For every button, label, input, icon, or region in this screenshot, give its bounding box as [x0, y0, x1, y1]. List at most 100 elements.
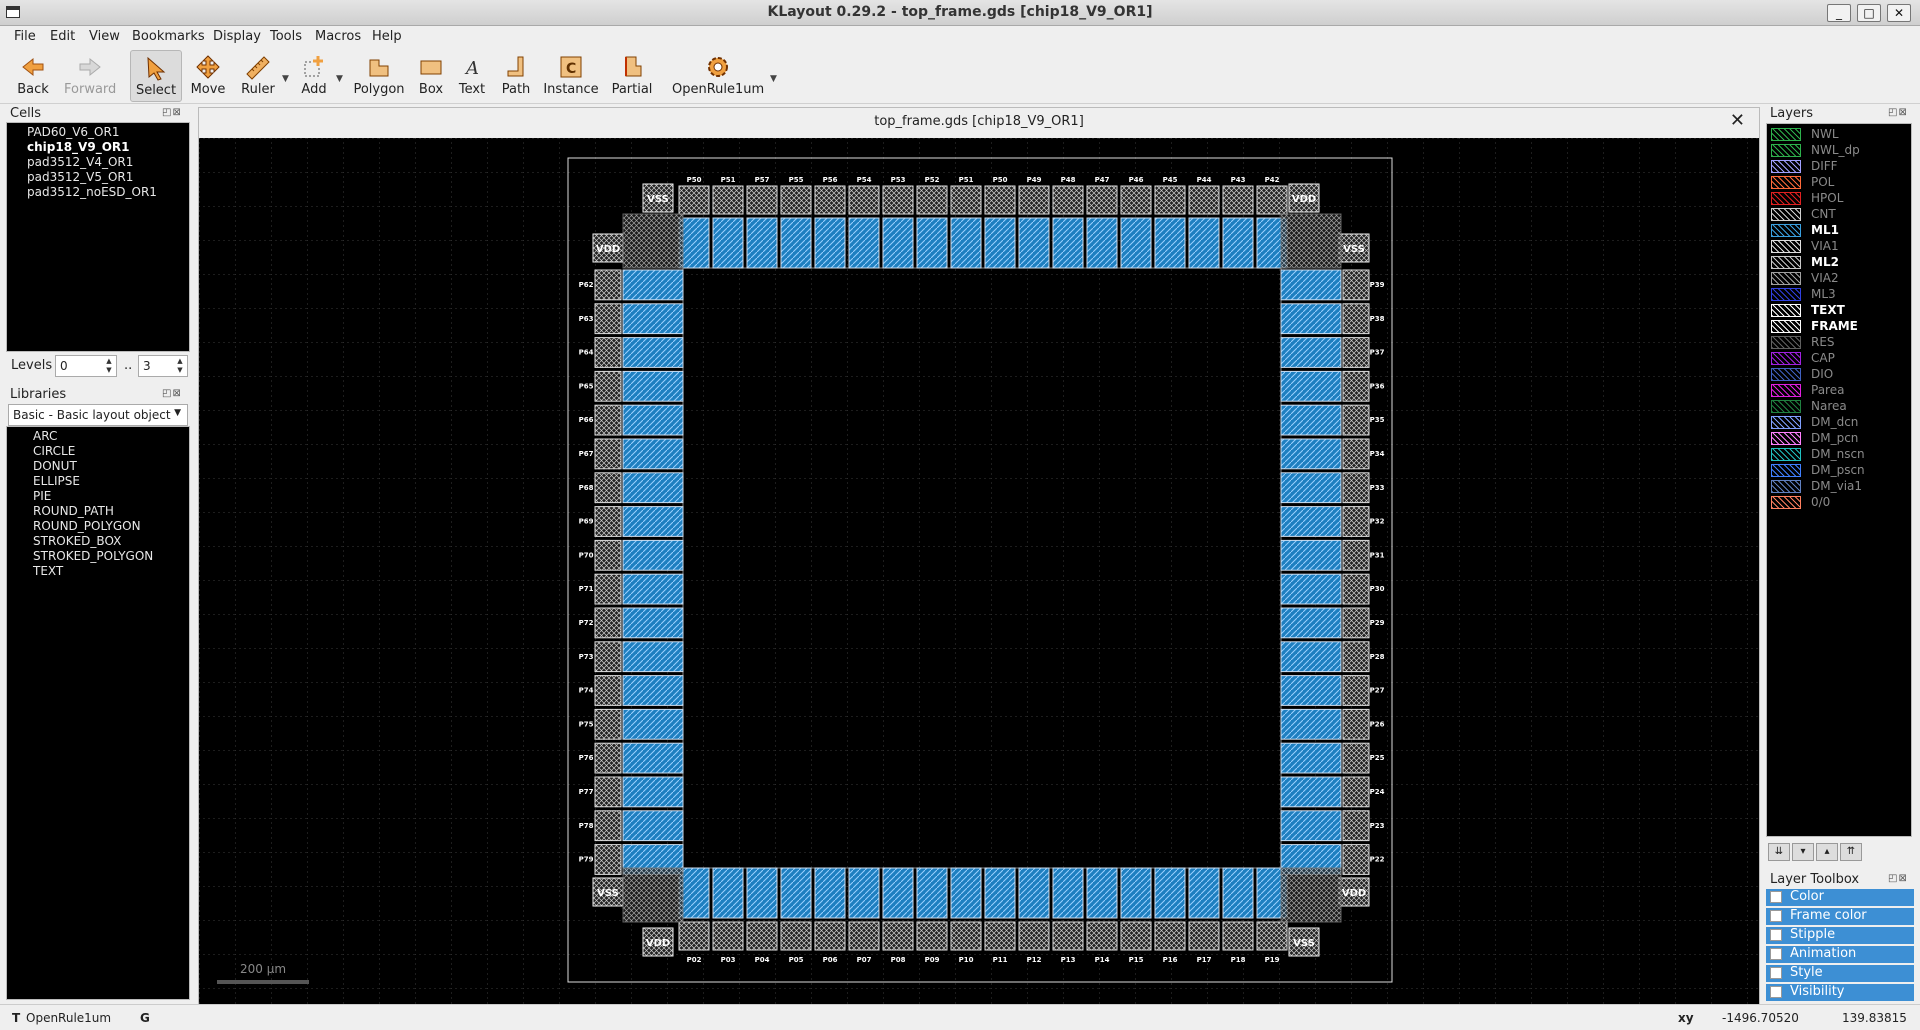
layout-canvas[interactable]: P50 P51 P57 P55 P56 P54 P53 P52 P51 P50 P49 P48 P47 P…	[199, 138, 1759, 1004]
layer-row[interactable]: TEXT	[1769, 303, 1909, 318]
instance-tool-button[interactable]: C Instance	[542, 50, 600, 102]
move-tool-button[interactable]: Move	[188, 50, 228, 102]
layer-row[interactable]: HPOL	[1769, 191, 1909, 206]
layer-row[interactable]: NWL	[1769, 127, 1909, 142]
toolbox-color[interactable]: Color	[1766, 889, 1914, 906]
minimize-button[interactable]: _	[1827, 4, 1851, 22]
menu-help[interactable]: Help	[372, 29, 402, 44]
back-arrow-icon	[22, 57, 44, 77]
library-select[interactable]: Basic - Basic layout object ▼	[8, 404, 188, 426]
layer-name: DIO	[1811, 367, 1834, 381]
path-tool-button[interactable]: Path	[496, 50, 536, 102]
layer-row[interactable]: DM_dcn	[1769, 415, 1909, 430]
layer-list[interactable]: NWL NWL_dp DIFF POL HPOL CNT ML1 VIA1 ML2 VIA2 ML3…	[1766, 123, 1912, 837]
move-layer-up-button[interactable]: ▴	[1816, 843, 1838, 861]
library-item[interactable]: STROKED_POLYGON	[33, 549, 153, 563]
toolbox-stipple[interactable]: Stipple	[1766, 927, 1914, 944]
level-to-spinbox[interactable]: 3 ▲ ▼	[138, 355, 188, 377]
layer-row[interactable]: 0/0	[1769, 495, 1909, 510]
layer-row[interactable]: FRAME	[1769, 319, 1909, 334]
toolbox-animation[interactable]: Animation	[1766, 946, 1914, 963]
polygon-tool-button[interactable]: Polygon	[352, 50, 406, 102]
layer-row[interactable]: ML1	[1769, 223, 1909, 238]
cell-item-selected[interactable]: chip18_V9_OR1	[27, 140, 130, 154]
library-item[interactable]: ELLIPSE	[33, 474, 80, 488]
library-item[interactable]: STROKED_BOX	[33, 534, 121, 548]
checkbox[interactable]	[1770, 986, 1782, 998]
library-item[interactable]: ARC	[33, 429, 57, 443]
layer-row[interactable]: ML2	[1769, 255, 1909, 270]
ruler-dropdown-icon[interactable]: ▼	[282, 74, 289, 84]
menu-tools[interactable]: Tools	[270, 29, 302, 44]
menu-view[interactable]: View	[89, 29, 120, 44]
forward-button[interactable]: Forward	[64, 50, 116, 102]
checkbox[interactable]	[1770, 910, 1782, 922]
checkbox[interactable]	[1770, 891, 1782, 903]
cell-item[interactable]: pad3512_V4_OR1	[27, 155, 133, 169]
path-icon	[507, 56, 524, 77]
libraries-dock-buttons[interactable]: ◰⊠	[162, 388, 182, 399]
tech-button[interactable]: OpenRule1um	[672, 50, 764, 102]
spin-arrows-icon[interactable]: ▲ ▼	[174, 357, 186, 375]
library-cells-list[interactable]: ARC CIRCLE DONUT ELLIPSE PIE ROUND_PATH …	[6, 426, 190, 1000]
layer-row[interactable]: ML3	[1769, 287, 1909, 302]
svg-text:A: A	[464, 58, 479, 79]
layer-row[interactable]: DM_pscn	[1769, 463, 1909, 478]
add-tool-button[interactable]: Add	[294, 50, 334, 102]
library-item[interactable]: ROUND_PATH	[33, 504, 114, 518]
layer-row[interactable]: Narea	[1769, 399, 1909, 414]
tech-dropdown-icon[interactable]: ▼	[770, 74, 777, 84]
menu-macros[interactable]: Macros	[315, 29, 361, 44]
layer-row[interactable]: CAP	[1769, 351, 1909, 366]
library-item[interactable]: TEXT	[33, 564, 63, 578]
cell-item[interactable]: PAD60_V6_OR1	[27, 125, 119, 139]
layer-row[interactable]: DM_via1	[1769, 479, 1909, 494]
box-tool-button[interactable]: Box	[414, 50, 448, 102]
layer-row[interactable]: DM_pcn	[1769, 431, 1909, 446]
layer-row[interactable]: DIFF	[1769, 159, 1909, 174]
library-item[interactable]: DONUT	[33, 459, 77, 473]
menu-display[interactable]: Display	[213, 29, 261, 44]
library-item[interactable]: ROUND_POLYGON	[33, 519, 141, 533]
cells-tree[interactable]: PAD60_V6_OR1 chip18_V9_OR1 pad3512_V4_OR…	[6, 122, 190, 352]
checkbox[interactable]	[1770, 929, 1782, 941]
add-dropdown-icon[interactable]: ▼	[336, 74, 343, 84]
library-item[interactable]: CIRCLE	[33, 444, 75, 458]
maximize-button[interactable]: □	[1857, 4, 1881, 22]
select-tool-button[interactable]: Select	[130, 50, 182, 102]
toolbox-visibility[interactable]: Visibility	[1766, 984, 1914, 1001]
ruler-tool-button[interactable]: Ruler	[238, 50, 278, 102]
menu-file[interactable]: File	[14, 29, 36, 44]
level-from-spinbox[interactable]: 0 ▲ ▼	[55, 355, 117, 377]
layer-row[interactable]: DM_nscn	[1769, 447, 1909, 462]
text-tool-button[interactable]: A Text	[456, 50, 488, 102]
cell-item[interactable]: pad3512_noESD_OR1	[27, 185, 157, 199]
layer-row[interactable]: VIA1	[1769, 239, 1909, 254]
checkbox[interactable]	[1770, 967, 1782, 979]
layer-row[interactable]: RES	[1769, 335, 1909, 350]
close-document-button[interactable]: ✕	[1730, 110, 1745, 131]
toolbox-frame-color[interactable]: Frame color	[1766, 908, 1914, 925]
checkbox[interactable]	[1770, 948, 1782, 960]
back-button[interactable]: Back	[10, 50, 56, 102]
layers-dock-buttons[interactable]: ◰⊠	[1888, 107, 1908, 118]
close-window-button[interactable]: ✕	[1887, 4, 1911, 22]
menu-edit[interactable]: Edit	[50, 29, 75, 44]
layer-row[interactable]: CNT	[1769, 207, 1909, 222]
layer-row[interactable]: POL	[1769, 175, 1909, 190]
move-layer-down-button[interactable]: ▾	[1792, 843, 1814, 861]
cell-item[interactable]: pad3512_V5_OR1	[27, 170, 133, 184]
library-item[interactable]: PIE	[33, 489, 51, 503]
partial-tool-button[interactable]: Partial	[608, 50, 656, 102]
layer-row[interactable]: Parea	[1769, 383, 1909, 398]
move-layer-top-button[interactable]: ⇈	[1840, 843, 1862, 861]
layer-row[interactable]: DIO	[1769, 367, 1909, 382]
move-layer-bottom-button[interactable]: ⇊	[1768, 843, 1790, 861]
toolbox-style[interactable]: Style	[1766, 965, 1914, 982]
toolbox-dock-buttons[interactable]: ◰⊠	[1888, 873, 1908, 884]
layer-row[interactable]: NWL_dp	[1769, 143, 1909, 158]
layer-row[interactable]: VIA2	[1769, 271, 1909, 286]
cells-dock-buttons[interactable]: ◰⊠	[162, 107, 182, 118]
spin-arrows-icon[interactable]: ▲ ▼	[103, 357, 115, 375]
menu-bookmarks[interactable]: Bookmarks	[132, 29, 205, 44]
